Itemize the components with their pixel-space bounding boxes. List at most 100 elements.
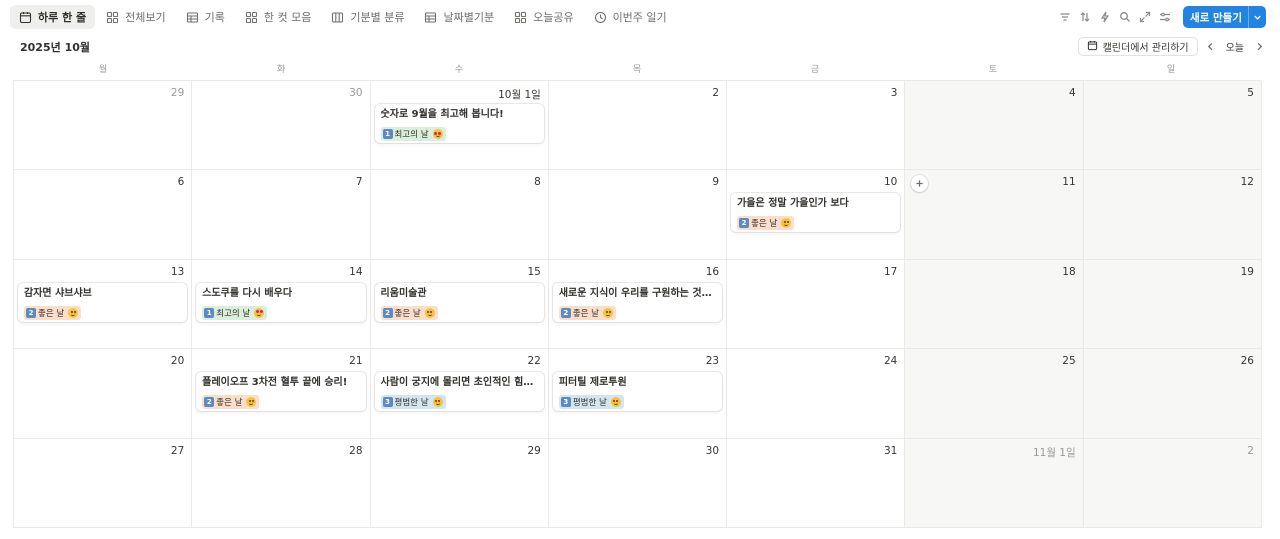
- day-number: 5: [1247, 87, 1254, 99]
- day-cell[interactable]: 7: [192, 170, 371, 260]
- day-cell[interactable]: 15 리움미술관 2 좋은 날: [370, 259, 549, 350]
- day-cell[interactable]: 21 플레이오프 3차전 혈투 끝에 승리! 2 좋은 날: [192, 349, 371, 439]
- new-button[interactable]: 새로 만들기: [1183, 6, 1266, 28]
- day-number: 4: [1068, 87, 1076, 99]
- expand-icon[interactable]: [1137, 7, 1152, 27]
- new-button-label[interactable]: 새로 만들기: [1183, 6, 1248, 28]
- day-number: 10: [884, 176, 898, 189]
- chevron-left-icon[interactable]: [1204, 38, 1218, 56]
- day-cell[interactable]: 24: [727, 349, 906, 439]
- day-cell[interactable]: 5: [1083, 81, 1262, 171]
- tab-4[interactable]: 한 컷 모음: [236, 5, 320, 29]
- day-cell[interactable]: 3: [727, 81, 906, 171]
- event-card[interactable]: 가을은 정말 가을인가 보다 2 좋은 날: [731, 193, 901, 233]
- chevron-right-icon[interactable]: [1252, 38, 1266, 56]
- day-cell[interactable]: 30: [548, 438, 728, 528]
- automation-bolt-icon[interactable]: [1097, 7, 1112, 27]
- day-number: 12: [1240, 176, 1254, 189]
- day-number: 31: [884, 444, 898, 457]
- day-cell[interactable]: 20: [14, 349, 193, 439]
- event-title: 리움미술관: [380, 287, 427, 299]
- mood-label: 좋은 날: [572, 308, 599, 319]
- keycap-number-icon: 1: [382, 129, 393, 139]
- event-card[interactable]: 숫자로 9월을 최고해 봅니다! 1 최고의 날: [374, 104, 544, 143]
- event-card[interactable]: 리움미술관 2 좋은 날: [374, 282, 544, 322]
- day-cell[interactable]: 23 피터틸 제로투원 3 평범한 날: [548, 349, 728, 439]
- event-card[interactable]: 스도쿠를 다시 배우다 1 최고의 날: [196, 282, 366, 322]
- manage-calendar-button[interactable]: 캘린더에서 관리하기: [1077, 37, 1198, 56]
- slight-smile-emoji-icon: [610, 397, 621, 408]
- event-card[interactable]: 새로운 지식이 우리를 구원하는 것이 ... 2 좋은 날: [552, 282, 723, 322]
- event-title: 새로운 지식이 우리를 구원하는 것이 ...: [558, 287, 717, 299]
- day-cell[interactable]: 29: [370, 438, 549, 528]
- mood-tag: 3 평범한 날: [380, 395, 446, 410]
- mood-tag: 2 좋은 날: [202, 395, 260, 410]
- tab-label: 날짜별기분: [443, 11, 495, 24]
- day-cell[interactable]: 29: [14, 81, 193, 171]
- settings-sliders-icon[interactable]: [1157, 7, 1172, 27]
- day-cell[interactable]: 18: [905, 259, 1084, 350]
- sort-icon[interactable]: [1077, 7, 1092, 27]
- mood-tag: 1 최고의 날: [380, 127, 446, 141]
- chevron-down-icon[interactable]: [1248, 6, 1266, 28]
- day-cell[interactable]: 11월 1일: [905, 438, 1084, 528]
- day-cell[interactable]: 22 사람이 궁지에 몰리면 초인적인 힘이 ... 3 평범한 날: [370, 349, 549, 439]
- day-cell[interactable]: 2: [1083, 438, 1262, 528]
- today-button[interactable]: 오늘: [1224, 39, 1246, 54]
- tab-5[interactable]: 기분별 분류: [322, 5, 413, 29]
- tab-label: 기록: [204, 11, 225, 24]
- day-cell[interactable]: 17: [727, 259, 906, 350]
- add-entry-plus-icon[interactable]: [911, 175, 929, 193]
- board-icon: [331, 11, 344, 24]
- event-card[interactable]: 피터틸 제로투원 3 평범한 날: [552, 372, 723, 412]
- event-card[interactable]: 플레이오프 3차전 혈투 끝에 승리! 2 좋은 날: [196, 372, 366, 412]
- day-cell[interactable]: 2: [548, 81, 728, 171]
- event-card[interactable]: 감자면 샤브샤브 2 좋은 날: [18, 282, 188, 322]
- day-cell[interactable]: 10 가을은 정말 가을인가 보다 2 좋은 날: [727, 170, 906, 260]
- mood-label: 좋은 날: [216, 398, 243, 409]
- filter-icon[interactable]: [1057, 7, 1072, 27]
- tab-1[interactable]: 하루 한 줄: [10, 5, 96, 29]
- toolbar-actions: 새로 만들기: [1057, 6, 1266, 28]
- search-icon[interactable]: [1117, 7, 1132, 27]
- day-cell[interactable]: 27: [14, 438, 193, 528]
- tab-8[interactable]: 이번주 일기: [585, 5, 676, 29]
- day-cell[interactable]: 12: [1083, 170, 1262, 260]
- day-cell[interactable]: 14 스도쿠를 다시 배우다 1 최고의 날: [192, 259, 371, 350]
- day-cell[interactable]: 9: [548, 170, 728, 260]
- tab-7[interactable]: 오늘공유: [505, 5, 582, 29]
- day-cell[interactable]: 19: [1083, 259, 1262, 350]
- tab-2[interactable]: 전체보기: [97, 5, 174, 29]
- calendar-navigation: 캘린더에서 관리하기 오늘: [1077, 37, 1266, 56]
- day-cell[interactable]: 6: [14, 170, 193, 260]
- day-cell[interactable]: 11: [905, 170, 1084, 260]
- table-icon: [186, 11, 199, 24]
- day-cell[interactable]: 30: [192, 81, 371, 171]
- tab-3[interactable]: 기록: [177, 5, 234, 29]
- weekday-label: 수: [454, 65, 464, 75]
- day-cell[interactable]: 16 새로운 지식이 우리를 구원하는 것이 ... 2 좋은 날: [548, 259, 728, 350]
- day-cell[interactable]: 8: [370, 170, 549, 260]
- day-cell[interactable]: 10월 1일 숫자로 9월을 최고해 봅니다! 1 최고의 날: [370, 81, 549, 171]
- day-number: 9: [712, 176, 720, 189]
- smiling-emoji-icon: [603, 307, 613, 318]
- mood-label: 좋은 날: [38, 308, 65, 319]
- day-number: 29: [170, 87, 185, 99]
- day-cell[interactable]: 13 감자면 샤브샤브 2 좋은 날: [14, 259, 193, 350]
- gallery-icon: [514, 11, 527, 24]
- tab-label: 기분별 분류: [350, 11, 405, 24]
- day-cell[interactable]: 31: [727, 438, 906, 528]
- tab-6[interactable]: 날짜별기분: [415, 5, 503, 29]
- day-number: 17: [884, 265, 898, 278]
- day-cell[interactable]: 25: [905, 349, 1084, 439]
- day-cell[interactable]: 4: [905, 81, 1084, 171]
- heart-eyes-emoji-icon: [432, 129, 443, 139]
- day-cell[interactable]: 28: [192, 438, 371, 528]
- day-number: 16: [705, 265, 720, 278]
- mood-tag: 2 좋은 날: [558, 305, 616, 320]
- day-cell[interactable]: 26: [1083, 349, 1262, 439]
- event-card[interactable]: 사람이 궁지에 몰리면 초인적인 힘이 ... 3 평범한 날: [374, 372, 544, 412]
- day-number: 28: [349, 444, 363, 457]
- day-number: 13: [170, 265, 185, 278]
- day-number: 3: [890, 87, 898, 99]
